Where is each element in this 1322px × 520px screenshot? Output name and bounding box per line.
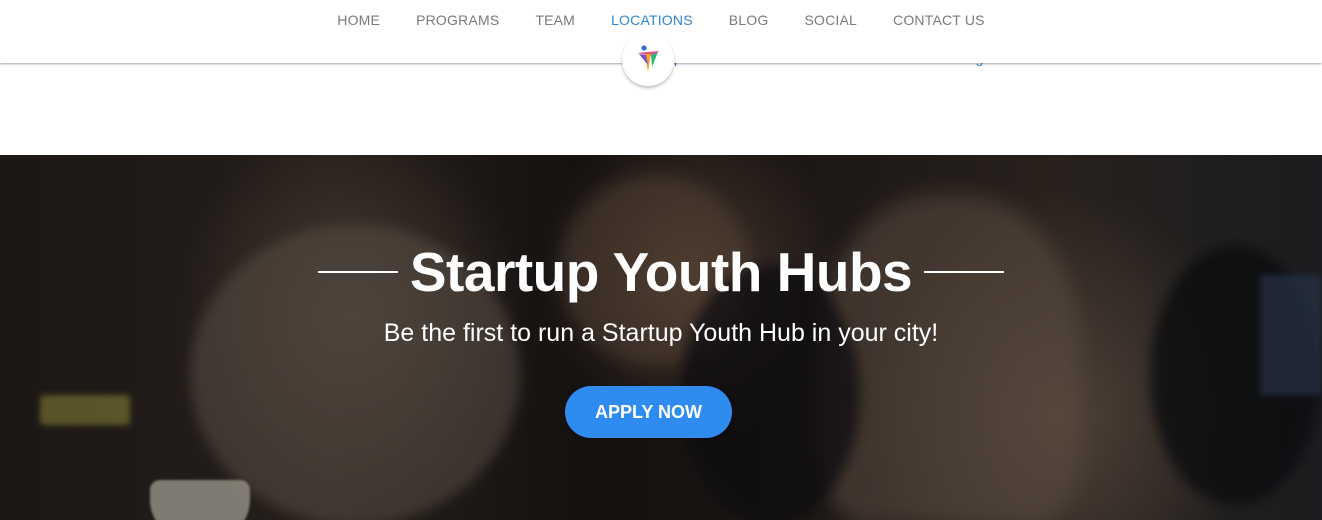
hero-banner: Startup Youth Hubs Be the first to run a… (0, 155, 1322, 520)
hero-title-row: Startup Youth Hubs (0, 237, 1322, 307)
hero-title: Startup Youth Hubs (409, 241, 913, 303)
title-right-line (924, 271, 1005, 273)
title-left-line (317, 271, 398, 273)
nav-item-blog[interactable]: BLOG (729, 12, 769, 28)
nav-item-team[interactable]: TEAM (535, 12, 575, 28)
nav-item-programs[interactable]: PROGRAMS (416, 12, 499, 28)
nav-item-locations[interactable]: LOCATIONS (611, 12, 693, 28)
nav-item-social[interactable]: SOCIAL (804, 12, 857, 28)
nav-item-contact-us[interactable]: CONTACT US (893, 12, 985, 28)
nav-item-home[interactable]: HOME (337, 12, 380, 28)
colorful-figure-logo-icon (637, 45, 659, 72)
apply-now-button[interactable]: APPLY NOW (565, 386, 732, 438)
site-logo[interactable] (622, 34, 674, 86)
nav-menu: HOME PROGRAMS TEAM LOCATIONS BLOG SOCIAL… (0, 0, 1322, 40)
hero-subtitle: Be the first to run a Startup Youth Hub … (383, 319, 939, 347)
